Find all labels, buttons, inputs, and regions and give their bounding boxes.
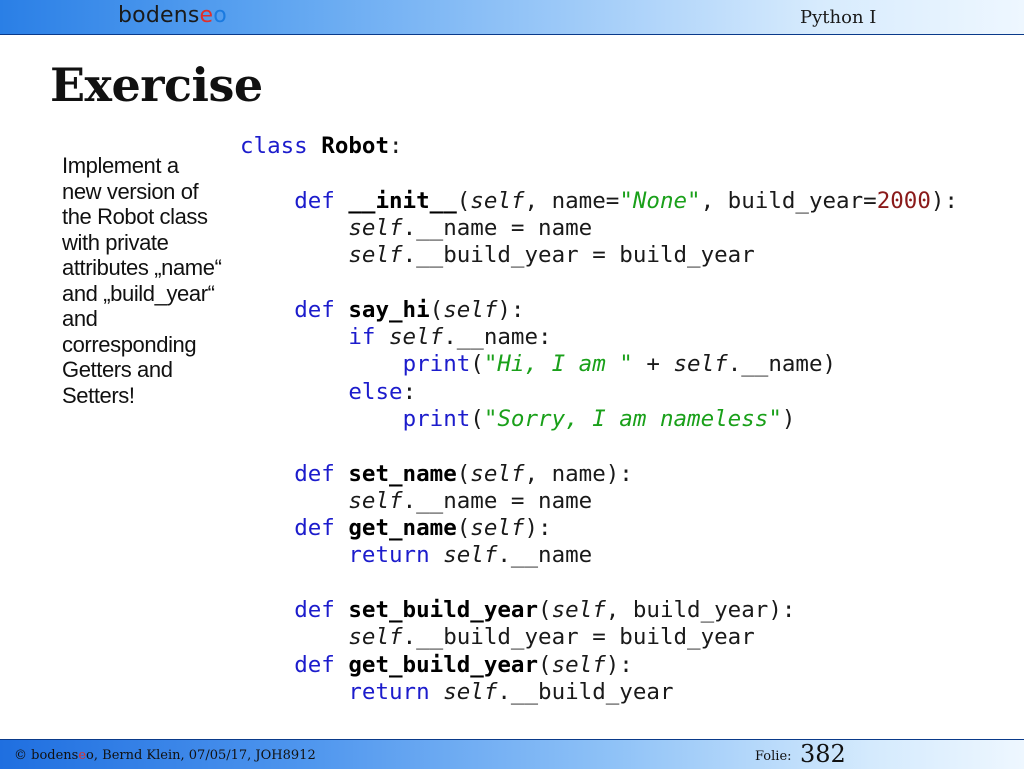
code-line: print("Hi, I am " + self.__name)	[402, 351, 837, 378]
slide-header: bodenseo Python I	[0, 0, 1024, 35]
code-line: def say_hi(self):	[294, 296, 525, 323]
copyright-accent: e	[78, 748, 87, 763]
code-line: def __init__(self, name="None", build_ye…	[294, 187, 958, 214]
slide-label: Folie:	[755, 749, 792, 764]
code-line: if self.__name:	[348, 324, 552, 351]
logo-text: bodens	[118, 3, 200, 28]
slide-title: Exercise	[50, 58, 263, 112]
course-title: Python I	[800, 7, 877, 28]
copyright-rest: o, Bernd Klein, 07/05/17, JOH8912	[86, 748, 316, 763]
exercise-description: Implement a new version of the Robot cla…	[62, 153, 222, 408]
slide-footer: © bodenseo, Bernd Klein, 07/05/17, JOH89…	[0, 739, 1024, 769]
logo-accent-o: o	[213, 3, 227, 28]
code-line: def get_name(self):	[294, 515, 552, 542]
code-line: self.__name = name	[348, 487, 593, 514]
logo-accent-e: e	[199, 3, 214, 28]
code-line: def set_build_year(self, build_year):	[294, 597, 796, 624]
code-line: self.__name = name	[348, 214, 593, 241]
code-line: class Robot:	[240, 133, 403, 159]
copyright-prefix: © bodens	[14, 748, 79, 763]
code-line: self.__build_year = build_year	[348, 624, 755, 651]
slide-number: 382	[800, 740, 846, 768]
code-line: self.__build_year = build_year	[348, 242, 755, 269]
copyright-text: © bodenseo, Bernd Klein, 07/05/17, JOH89…	[14, 748, 316, 763]
code-line: print("Sorry, I am nameless")	[402, 405, 796, 432]
code-line: return self.__name	[348, 542, 593, 569]
code-line: return self.__build_year	[348, 678, 674, 705]
bodenseo-logo: bodenseo	[118, 3, 227, 28]
code-line: def get_build_year(self):	[294, 651, 633, 678]
code-block: class Robot: def __init__(self, name="No…	[240, 133, 958, 706]
code-line: else:	[348, 378, 417, 405]
code-line: def set_name(self, name):	[294, 460, 633, 487]
